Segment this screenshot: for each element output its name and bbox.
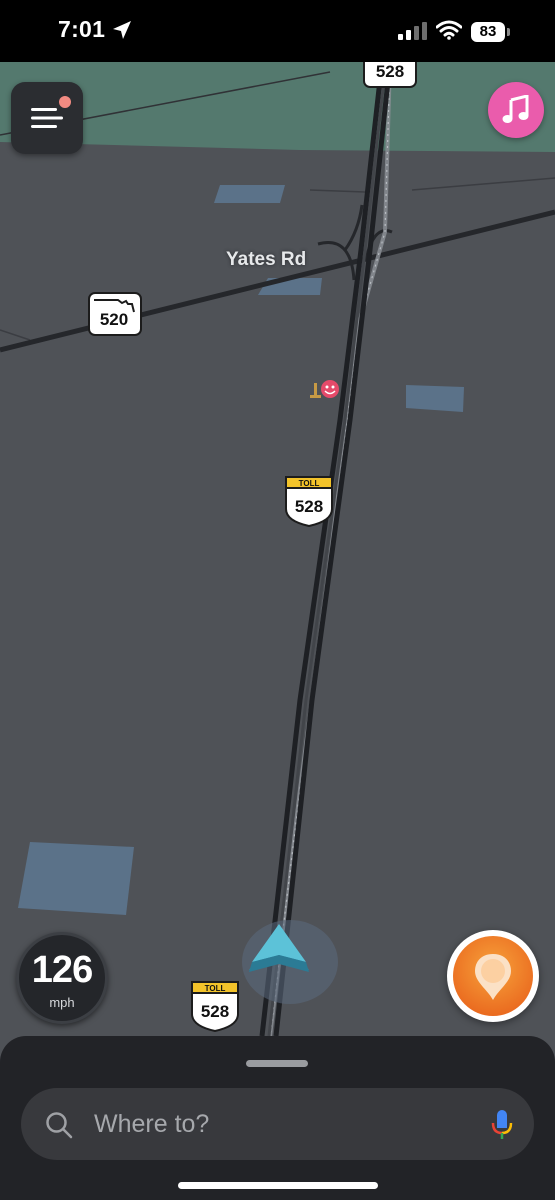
menu-button[interactable] (11, 82, 83, 154)
water-area (214, 185, 285, 203)
status-time: 7:01 (58, 16, 106, 42)
toll-route-shield: TOLL 528 (188, 980, 242, 1033)
sheet-drag-handle[interactable] (246, 1060, 308, 1067)
microphone-icon[interactable] (491, 1110, 513, 1140)
bottom-sheet: Where to? (0, 1036, 555, 1200)
battery-indicator: 83 (471, 22, 505, 42)
cellular-signal-icon (398, 22, 427, 40)
map-view[interactable] (0, 0, 555, 1200)
toll-route-shield: TOLL 528 (282, 475, 336, 528)
toll-label: TOLL (205, 984, 226, 993)
water-area (258, 278, 322, 295)
shield-number: 528 (201, 1002, 229, 1021)
shield-number: 520 (100, 310, 128, 329)
music-note-icon (502, 95, 529, 123)
report-pin-icon (453, 936, 533, 1016)
music-button[interactable] (488, 82, 544, 138)
shield-number: 528 (295, 497, 323, 516)
speed-value: 126 (31, 949, 93, 991)
report-button[interactable] (447, 930, 539, 1022)
location-arrow-icon (113, 21, 131, 39)
home-indicator (178, 1182, 378, 1189)
search-bar[interactable]: Where to? (21, 1088, 534, 1160)
speedometer: 126 mph (16, 932, 108, 1024)
notification-dot (59, 96, 71, 108)
street-name-label: Yates Rd (226, 249, 307, 270)
hamburger-menu-icon (31, 108, 63, 128)
shield-number: 528 (376, 62, 404, 81)
battery-tip (507, 28, 510, 36)
speed-unit: mph (49, 995, 75, 1010)
water-area (18, 842, 134, 915)
search-placeholder: Where to? (94, 1110, 210, 1138)
water-area (406, 385, 464, 412)
route-shield: 520 (88, 292, 142, 336)
green-area (0, 62, 555, 152)
wifi-icon (436, 20, 462, 40)
toll-label: TOLL (299, 479, 320, 488)
search-icon (46, 1112, 73, 1139)
status-bar: 7:01 83 (0, 0, 555, 62)
